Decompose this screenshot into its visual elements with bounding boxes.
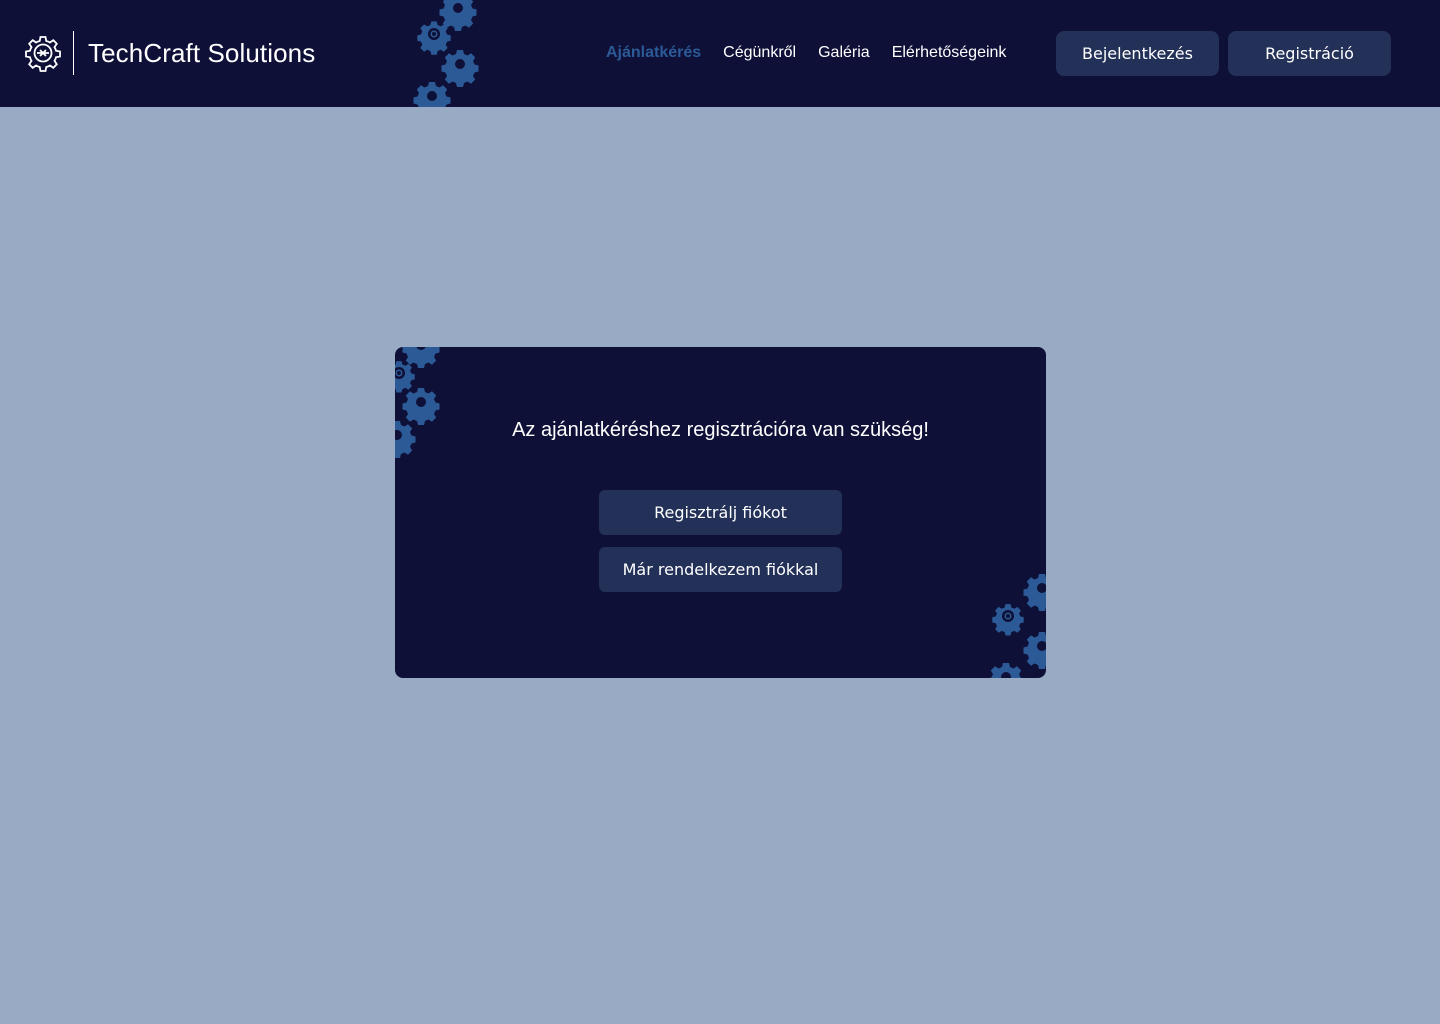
brand-logo[interactable]: TechCraft Solutions [24,31,315,75]
decorative-gears-icon [413,0,479,107]
main-nav: Ajánlatkérés Cégünkről Galéria Elérhetős… [606,44,1006,62]
nav-item-galeria[interactable]: Galéria [818,44,870,62]
logo-divider [73,31,74,75]
existing-account-button[interactable]: Már rendelkezem fiókkal [599,547,842,592]
site-header: TechCraft Solutions Ajánlatkérés Cégünkr… [0,0,1440,107]
registration-required-card: Az ajánlatkéréshez regisztrációra van sz… [395,347,1046,678]
gear-logo-icon [25,36,61,72]
create-account-button[interactable]: Regisztrálj fiókot [599,490,842,535]
login-button[interactable]: Bejelentkezés [1056,31,1219,76]
register-button[interactable]: Registráció [1228,31,1391,76]
decorative-gears-icon [987,574,1046,678]
nav-item-ajanlatkeres[interactable]: Ajánlatkérés [606,44,701,62]
decorative-gears-icon [395,347,440,458]
nav-item-elerhetosegeink[interactable]: Elérhetőségeink [892,44,1007,62]
nav-item-cegunkrol[interactable]: Cégünkről [723,44,796,62]
registration-required-message: Az ajánlatkéréshez regisztrációra van sz… [512,419,929,441]
brand-name: TechCraft Solutions [88,37,316,68]
